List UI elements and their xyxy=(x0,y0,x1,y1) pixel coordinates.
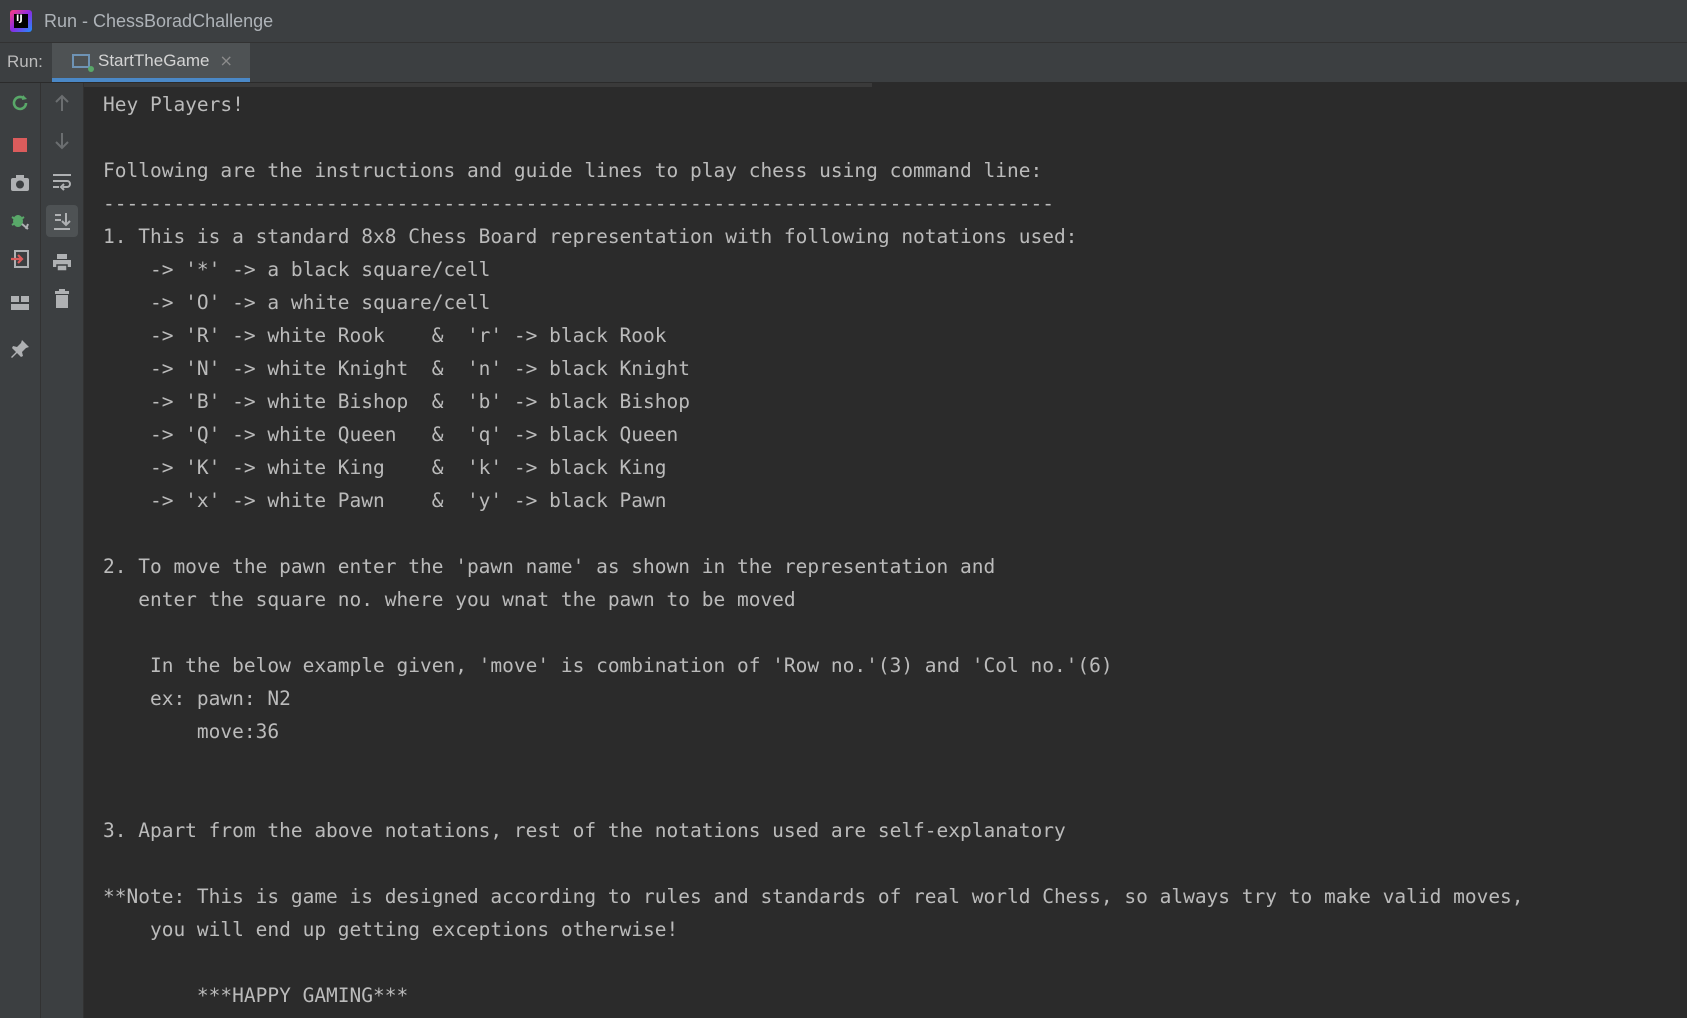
camera-icon[interactable] xyxy=(6,169,34,197)
console-line: -> 'B' -> white Bishop & 'b' -> black Bi… xyxy=(103,390,690,413)
console-line: -> 'x' -> white Pawn & 'y' -> black Pawn xyxy=(103,489,667,512)
console-line: Hey Players! xyxy=(103,93,244,116)
pin-icon[interactable] xyxy=(6,335,34,363)
up-arrow-icon[interactable] xyxy=(48,89,76,117)
scroll-to-end-icon[interactable] xyxy=(46,205,78,237)
login-icon[interactable] xyxy=(6,245,34,273)
layout-icon[interactable] xyxy=(6,289,34,317)
console-output[interactable]: Hey Players! Following are the instructio… xyxy=(84,83,1687,1018)
print-icon[interactable] xyxy=(48,249,76,277)
rerun-icon[interactable] xyxy=(6,89,34,117)
console-line: you will end up getting exceptions other… xyxy=(103,918,679,941)
console-line: -> 'R' -> white Rook & 'r' -> black Rook xyxy=(103,324,667,347)
console-line: **Note: This is game is designed accordi… xyxy=(103,885,1524,908)
console-top-edge xyxy=(84,83,872,87)
console-line: -> 'K' -> white King & 'k' -> black King xyxy=(103,456,667,479)
tab-label: StartTheGame xyxy=(98,50,210,70)
console-toolbar xyxy=(41,83,84,1018)
debug-icon[interactable] xyxy=(6,207,34,235)
run-label: Run: xyxy=(7,52,43,71)
console-line: ***HAPPY GAMING*** xyxy=(103,984,409,1007)
console-line: 1. This is a standard 8x8 Chess Board re… xyxy=(103,225,1078,248)
run-tool-window-header: Run: StartTheGame × xyxy=(0,43,1687,83)
tab-start-the-game[interactable]: StartTheGame × xyxy=(52,43,250,82)
title-bar: IJ Run - ChessBoradChallenge xyxy=(0,0,1687,43)
trash-icon[interactable] xyxy=(48,285,76,313)
stop-icon[interactable] xyxy=(6,131,34,159)
console-line: enter the square no. where you wnat the … xyxy=(103,588,796,611)
down-arrow-icon[interactable] xyxy=(48,127,76,155)
console-icon xyxy=(72,53,94,72)
intellij-logo-icon: IJ xyxy=(10,10,32,32)
console-line: move:36 xyxy=(103,720,280,743)
window-title: Run - ChessBoradChallenge xyxy=(44,10,274,31)
console-line: In the below example given, 'move' is co… xyxy=(103,654,1113,677)
close-tab-icon[interactable]: × xyxy=(220,51,233,70)
run-left-toolbar xyxy=(0,83,41,1018)
console-line: -> 'Q' -> white Queen & 'q' -> black Que… xyxy=(103,423,679,446)
console-line: 3. Apart from the above notations, rest … xyxy=(103,819,1066,842)
soft-wrap-icon[interactable] xyxy=(48,167,76,195)
console-line: ----------------------------------------… xyxy=(103,192,1054,215)
console-line: 2. To move the pawn enter the 'pawn name… xyxy=(103,555,996,578)
console-line: -> 'N' -> white Knight & 'n' -> black Kn… xyxy=(103,357,690,380)
console-line: Following are the instructions and guide… xyxy=(103,159,1043,182)
console-line: ex: pawn: N2 xyxy=(103,687,291,710)
console-line: -> '*' -> a black square/cell xyxy=(103,258,491,281)
console-line: -> 'O' -> a white square/cell xyxy=(103,291,491,314)
